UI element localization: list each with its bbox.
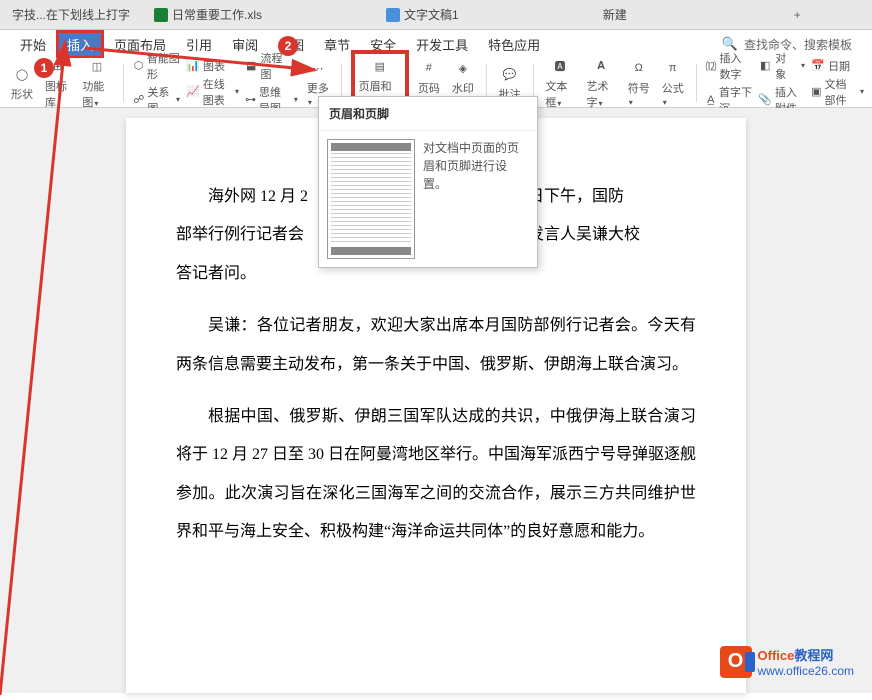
ribbon-onlinechart[interactable]: 📈在线图表▾ (186, 76, 239, 108)
ribbon-chart[interactable]: 📊图表 (186, 58, 239, 74)
new-tab-button[interactable]: + (779, 3, 816, 27)
ribbon-funcimg[interactable]: ◫ 功能图▾ (79, 54, 114, 111)
chevron-down-icon: ▾ (294, 61, 298, 70)
tooltip-description: 对文档中页面的页眉和页脚进行设置。 (423, 139, 529, 259)
site-watermark: O Office教程网 www.office26.com (720, 645, 855, 678)
ribbon-chart-group: ⬡智能图形 ☍关系图▾ (133, 50, 180, 116)
document-tabs: 字技...在下划线上打字 日常重要工作.xls 文字文稿1 新建 + (0, 0, 872, 30)
chevron-down-icon: ▾ (235, 87, 239, 96)
paragraph-2: 吴谦：各位记者朋友，欢迎大家出席本月国防部例行记者会。今天有两条信息需要主动发布… (176, 307, 696, 384)
paragraph-3: 根据中国、俄罗斯、伊朗三国军队达成的共识，中俄伊海上联合演习将于 12 月 27… (176, 398, 696, 552)
relchart-icon: ☍ (133, 93, 144, 107)
tab-3[interactable]: 文字文稿1 (374, 1, 471, 28)
ribbon-formula[interactable]: π 公式▾ (659, 56, 687, 109)
tooltip-preview-image (327, 139, 415, 259)
shape-icon: ◯ (11, 63, 33, 85)
chart-icon: 📊 (186, 59, 200, 73)
tab-2-label: 日常重要工作.xls (172, 6, 262, 23)
chevron-down-icon: ▾ (599, 99, 603, 108)
tab-3-label: 文字文稿1 (404, 6, 459, 23)
ribbon-wordart[interactable]: 𝐀 艺术字▾ (584, 54, 619, 111)
attach-icon: 📎 (758, 93, 772, 107)
insertnum-icon: ⑿ (705, 59, 716, 73)
menu-special[interactable]: 特色应用 (478, 31, 550, 58)
ribbon-symbol[interactable]: Ω 符号▾ (625, 56, 653, 109)
doc-icon (386, 8, 400, 22)
smartshape-icon: ⬡ (133, 59, 144, 73)
object-icon: ◧ (758, 59, 772, 73)
ribbon-object-group: ◧对象▾ 📎插入附件 (758, 50, 805, 116)
tab-4[interactable]: 新建 (591, 1, 639, 28)
ribbon-insertnum[interactable]: ⑿插入数字 (705, 50, 752, 82)
tooltip-title: 页眉和页脚 (319, 97, 537, 131)
firstcap-icon: A̲ (705, 93, 716, 107)
funcimg-icon: ◫ (86, 55, 108, 77)
xls-icon (154, 8, 168, 22)
annotation-badge-2: 2 (278, 36, 298, 56)
flowchart-icon: ⬓ (245, 59, 257, 73)
headerfooter-tooltip: 页眉和页脚 对文档中页面的页眉和页脚进行设置。 (318, 96, 538, 268)
separator (123, 64, 124, 102)
ribbon-date[interactable]: 📅日期 (811, 58, 864, 74)
docparts-icon: ▣ (811, 85, 821, 99)
chevron-down-icon: ▾ (860, 87, 864, 96)
menu-reference[interactable]: 引用 (176, 31, 222, 58)
annotation-badge-1: 1 (34, 58, 54, 78)
date-icon: 📅 (811, 59, 825, 73)
ribbon-object[interactable]: ◧对象▾ (758, 50, 805, 82)
tab-1[interactable]: 字技...在下划线上打字 (0, 1, 142, 28)
tab-4-label: 新建 (603, 6, 627, 23)
separator (696, 64, 697, 102)
onlinechart-icon: 📈 (186, 85, 200, 99)
watermark-url: www.office26.com (758, 664, 855, 678)
chevron-down-icon: ▾ (663, 98, 667, 107)
tab-2[interactable]: 日常重要工作.xls (142, 1, 274, 28)
headerfooter-icon: ▤ (369, 55, 391, 77)
ribbon-textbox[interactable]: 🅰 文本框▾ (542, 54, 577, 111)
watermark-logo-icon: O (720, 646, 752, 678)
ribbon-insert-group: ⑿插入数字 A̲首字下沉 (705, 50, 752, 116)
chevron-down-icon: ▾ (629, 98, 633, 107)
ribbon-docparts[interactable]: ▣文档部件▾ (811, 76, 864, 108)
mindmap-icon: ⊶ (245, 93, 256, 107)
watermark-icon: ◈ (452, 57, 474, 79)
textbox-icon: 🅰 (549, 55, 571, 77)
chevron-down-icon: ▾ (801, 61, 805, 70)
pagenum-icon: # (418, 57, 440, 79)
comment-icon: 💬 (499, 63, 521, 85)
menu-dev[interactable]: 开发工具 (406, 31, 478, 58)
ribbon-chart-group2: 📊图表 📈在线图表▾ (186, 58, 239, 108)
chevron-down-icon: ▾ (308, 98, 312, 107)
chevron-down-icon: ▾ (557, 99, 561, 108)
ribbon-date-group: 📅日期 ▣文档部件▾ (811, 58, 864, 108)
ribbon-flow-group: ⬓流程图▾ ⊶思维导图▾ (245, 50, 298, 116)
chevron-down-icon: ▾ (294, 95, 298, 104)
chevron-down-icon: ▾ (176, 95, 180, 104)
ribbon-smartshape[interactable]: ⬡智能图形 (133, 50, 180, 82)
ribbon-shape[interactable]: ◯ 形状 (8, 62, 36, 103)
watermark-title: Office教程网 (758, 645, 855, 664)
formula-icon: π (662, 57, 684, 79)
symbol-icon: Ω (628, 57, 650, 79)
chevron-down-icon: ▾ (94, 99, 98, 108)
more-icon: ⋯ (307, 57, 329, 79)
tab-1-label: 字技...在下划线上打字 (12, 6, 130, 23)
wordart-icon: 𝐀 (590, 55, 612, 77)
